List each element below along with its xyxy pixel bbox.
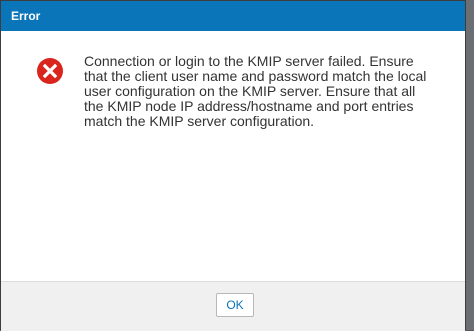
dialog-title-bar[interactable]: Error xyxy=(1,1,465,31)
error-dialog: Error Connection or login to the KMIP se… xyxy=(0,0,466,331)
error-icon xyxy=(37,58,63,84)
background-window-edge xyxy=(466,0,474,330)
error-message: Connection or login to the KMIP server f… xyxy=(84,53,427,129)
dialog-content: Connection or login to the KMIP server f… xyxy=(1,31,465,281)
dialog-footer: OK xyxy=(1,281,465,331)
ok-button[interactable]: OK xyxy=(216,293,254,317)
dialog-title: Error xyxy=(11,9,41,23)
